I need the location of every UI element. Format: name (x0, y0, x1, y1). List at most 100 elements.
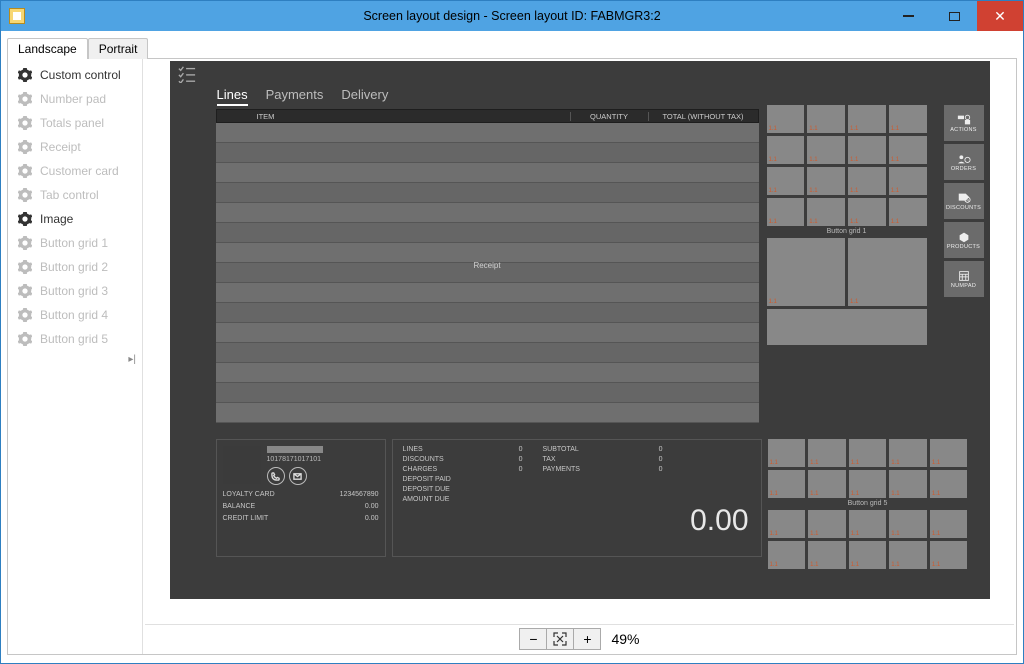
tool-button-grid-5[interactable]: Button grid 5 (8, 327, 142, 351)
col-total: TOTAL (WITHOUT TAX) (648, 112, 758, 121)
grid-cell[interactable]: 1.1 (807, 198, 845, 226)
customer-photo (223, 446, 261, 484)
tool-receipt[interactable]: Receipt (8, 135, 142, 159)
receipt-row (216, 183, 759, 203)
design-surface[interactable]: Lines Payments Delivery ITEM QUANTITY TO… (170, 61, 990, 599)
button-grid-5[interactable]: 1.11.11.11.11.11.11.11.11.11.1 Button gr… (768, 439, 968, 569)
action-products[interactable]: PRODUCTS (944, 222, 984, 258)
grid-cell[interactable]: 1.1 (848, 105, 886, 133)
zoom-in-button[interactable]: + (573, 628, 601, 650)
client-area: Landscape Portrait Custom controlNumber … (1, 31, 1023, 663)
bottom-panels: 10178171017101 LOYALTY CARD1234567890 BA… (216, 439, 982, 569)
grid-cell[interactable]: 1.1 (807, 167, 845, 195)
tool-custom-control[interactable]: Custom control (8, 63, 142, 87)
grid-cell[interactable]: 1.1 (889, 198, 927, 226)
grid-cell[interactable]: 1.1 (808, 510, 846, 538)
tab-landscape[interactable]: Landscape (7, 38, 88, 59)
grid-cell[interactable]: 1.1 (889, 541, 927, 569)
grid-cell[interactable]: 1.1 (889, 105, 927, 133)
grid-cell[interactable]: 1.1 (930, 541, 968, 569)
app-window: Screen layout design - Screen layout ID:… (0, 0, 1024, 664)
receipt-row (216, 403, 759, 423)
tool-totals-panel[interactable]: Totals panel (8, 111, 142, 135)
grid-cell[interactable]: 1.1 (889, 167, 927, 195)
customer-id: 10178171017101 (267, 456, 379, 463)
customer-name-placeholder (267, 446, 323, 453)
receipt-row (216, 343, 759, 363)
titlebar: Screen layout design - Screen layout ID:… (1, 1, 1023, 31)
tool-number-pad[interactable]: Number pad (8, 87, 142, 111)
grid-cell[interactable]: 1.1 (768, 510, 806, 538)
button-grid-5-caption: Button grid 5 (768, 500, 968, 507)
grid-cell[interactable]: 1.1 (889, 470, 927, 498)
zoom-bar: − + 49% (145, 624, 1014, 652)
grid-cell[interactable]: 1.1 (930, 470, 968, 498)
button-grid-1-caption: Button grid 1 (767, 228, 927, 235)
toollist-expand-icon[interactable]: ▸| (8, 351, 142, 368)
receipt-tab-lines[interactable]: Lines (217, 87, 248, 106)
grid-cell[interactable]: 1.1 (767, 198, 805, 226)
action-discounts[interactable]: % DISCOUNTS (944, 183, 984, 219)
action-numpad[interactable]: NUMPAD (944, 261, 984, 297)
grid-cell[interactable]: 1.1 (767, 105, 805, 133)
grid-cell[interactable]: 1.1 (768, 439, 806, 467)
receipt-tabs: Lines Payments Delivery (217, 87, 389, 106)
grid-cell[interactable]: 1.1 (768, 470, 806, 498)
grid-cell[interactable]: 1.1 (807, 105, 845, 133)
tool-list: Custom controlNumber padTotals panelRece… (8, 59, 143, 654)
grid-cell[interactable]: 1.1 (848, 238, 927, 306)
grid-cell[interactable]: 1.1 (889, 439, 927, 467)
grid-cell[interactable]: 1.1 (767, 238, 846, 306)
tool-button-grid-3[interactable]: Button grid 3 (8, 279, 142, 303)
customer-card[interactable]: 10178171017101 LOYALTY CARD1234567890 BA… (216, 439, 386, 557)
zoom-percent: 49% (611, 631, 639, 647)
grid-cell[interactable]: 1.1 (849, 541, 887, 569)
receipt-placeholder: Receipt (216, 261, 759, 270)
receipt-row (216, 123, 759, 143)
tool-button-grid-2[interactable]: Button grid 2 (8, 255, 142, 279)
tab-body: Custom controlNumber padTotals panelRece… (7, 58, 1017, 655)
receipt-row (216, 283, 759, 303)
action-orders[interactable]: ORDERS (944, 144, 984, 180)
tool-button-grid-1[interactable]: Button grid 1 (8, 231, 142, 255)
grid-cell[interactable]: 1.1 (768, 541, 806, 569)
phone-icon[interactable] (267, 467, 285, 485)
tool-customer-card[interactable]: Customer card (8, 159, 142, 183)
grid-cell[interactable]: 1.1 (849, 470, 887, 498)
grid-cell[interactable]: 1.1 (848, 198, 886, 226)
mail-icon[interactable] (289, 467, 307, 485)
receipt-panel[interactable]: ITEM QUANTITY TOTAL (WITHOUT TAX) Receip… (216, 109, 759, 423)
grid-cell[interactable]: 1.1 (889, 510, 927, 538)
grid-cell[interactable] (767, 309, 927, 345)
grid-cell[interactable]: 1.1 (848, 167, 886, 195)
receipt-row (216, 163, 759, 183)
amount-due: 0.00 (690, 504, 748, 538)
receipt-row (216, 363, 759, 383)
grid-cell[interactable]: 1.1 (930, 510, 968, 538)
canvas-scroll: Lines Payments Delivery ITEM QUANTITY TO… (145, 61, 1014, 624)
grid-cell[interactable]: 1.1 (808, 439, 846, 467)
grid-cell[interactable]: 1.1 (889, 136, 927, 164)
grid-cell[interactable]: 1.1 (849, 510, 887, 538)
zoom-out-button[interactable]: − (519, 628, 547, 650)
action-actions[interactable]: ACTIONS (944, 105, 984, 141)
tool-button-grid-4[interactable]: Button grid 4 (8, 303, 142, 327)
receipt-tab-delivery[interactable]: Delivery (341, 87, 388, 106)
receipt-row (216, 203, 759, 223)
grid-cell[interactable]: 1.1 (848, 136, 886, 164)
tasks-icon[interactable] (178, 65, 198, 85)
totals-panel[interactable]: LINES0DISCOUNTS0CHARGES0DEPOSIT PAIDDEPO… (392, 439, 762, 557)
button-grid-1[interactable]: 1.11.11.11.11.11.11.11.11.11.11.11.11.11… (767, 105, 927, 345)
grid-cell[interactable]: 1.1 (930, 439, 968, 467)
grid-cell[interactable]: 1.1 (767, 136, 805, 164)
grid-cell[interactable]: 1.1 (808, 470, 846, 498)
grid-cell[interactable]: 1.1 (807, 136, 845, 164)
tab-portrait[interactable]: Portrait (88, 38, 149, 59)
grid-cell[interactable]: 1.1 (849, 439, 887, 467)
zoom-fit-button[interactable] (546, 628, 574, 650)
tool-tab-control[interactable]: Tab control (8, 183, 142, 207)
grid-cell[interactable]: 1.1 (767, 167, 805, 195)
receipt-tab-payments[interactable]: Payments (266, 87, 324, 106)
tool-image[interactable]: Image (8, 207, 142, 231)
grid-cell[interactable]: 1.1 (808, 541, 846, 569)
